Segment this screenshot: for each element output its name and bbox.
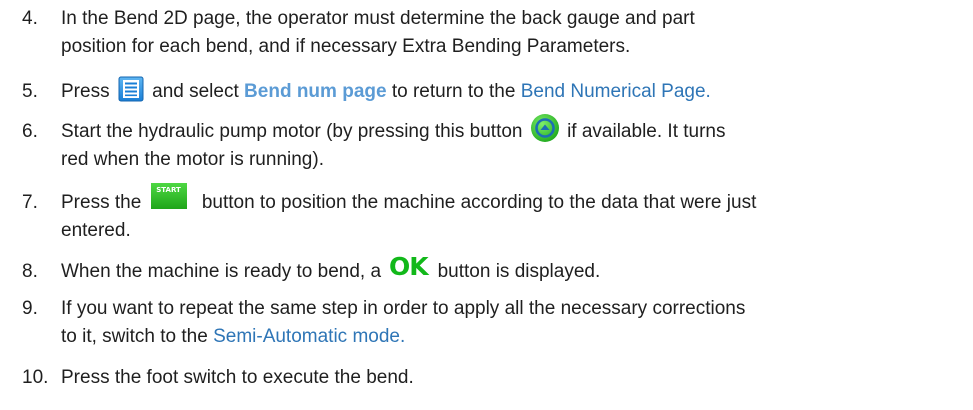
step-text-line: to it, switch to the Semi-Automatic mode… [61, 323, 966, 351]
ok-button-icon: OK [388, 251, 429, 281]
step-text-line: entered. [61, 220, 131, 241]
step-text: In the Bend 2D page, the operator must d… [61, 5, 966, 61]
step-text-line: If you want to repeat the same step in o… [61, 298, 746, 319]
step-text: Press the foot switch to execute the ben… [61, 364, 966, 392]
pump-motor-icon [530, 113, 560, 143]
link-semi-automatic-mode[interactable]: Semi-Automatic mode. [213, 326, 405, 347]
step-text-segment: Start the hydraulic pump motor (by press… [61, 121, 523, 142]
step-text-line: Press the START button to position the m… [61, 182, 966, 217]
step-number: 9. [22, 298, 38, 319]
step-text: Press and select Bend num page to return… [61, 76, 966, 106]
menu-item-bend-num-page: Bend num page [244, 81, 387, 102]
step-text: Press the START button to position the m… [61, 182, 966, 245]
step-number: 5. [22, 81, 38, 102]
step-text-segment: button to position the machine according… [201, 192, 757, 213]
step-text-line: In the Bend 2D page, the operator must d… [61, 8, 695, 29]
step-text-segment: and select [152, 81, 239, 102]
step-text: If you want to repeat the same step in o… [61, 295, 966, 351]
step-number: 7. [22, 192, 38, 213]
step-number: 8. [22, 261, 38, 282]
step-text-line: Start the hydraulic pump motor (by press… [61, 113, 966, 146]
step-text-line: When the machine is ready to bend, a OK … [61, 253, 966, 286]
step-number: 10. [22, 367, 49, 388]
step-text: Start the hydraulic pump motor (by press… [61, 113, 966, 174]
step-text-line: red when the motor is running). [61, 149, 324, 170]
step-text-segment: button is displayed. [437, 261, 601, 282]
step-text-line: position for each bend, and if necessary… [61, 36, 631, 57]
step-text-segment: Press [61, 81, 110, 102]
link-bend-numerical-page[interactable]: Bend Numerical Page. [521, 81, 711, 102]
step-text-segment: When the machine is ready to bend, a [61, 261, 382, 282]
step-number: 6. [22, 121, 38, 142]
step-number: 4. [22, 8, 38, 29]
step-text-line: Press and select Bend num page to return… [61, 76, 966, 106]
menu-list-icon [118, 76, 144, 102]
step-text-segment: Press the [61, 192, 142, 213]
start-button-icon: START [150, 182, 187, 209]
step-text-segment: if available. It turns [567, 121, 726, 142]
step-text-line: Press the foot switch to execute the ben… [61, 367, 414, 388]
step-text: When the machine is ready to bend, a OK … [61, 253, 966, 286]
step-text-segment: to return to the [391, 81, 516, 102]
step-text-segment: to it, switch to the [61, 326, 208, 347]
